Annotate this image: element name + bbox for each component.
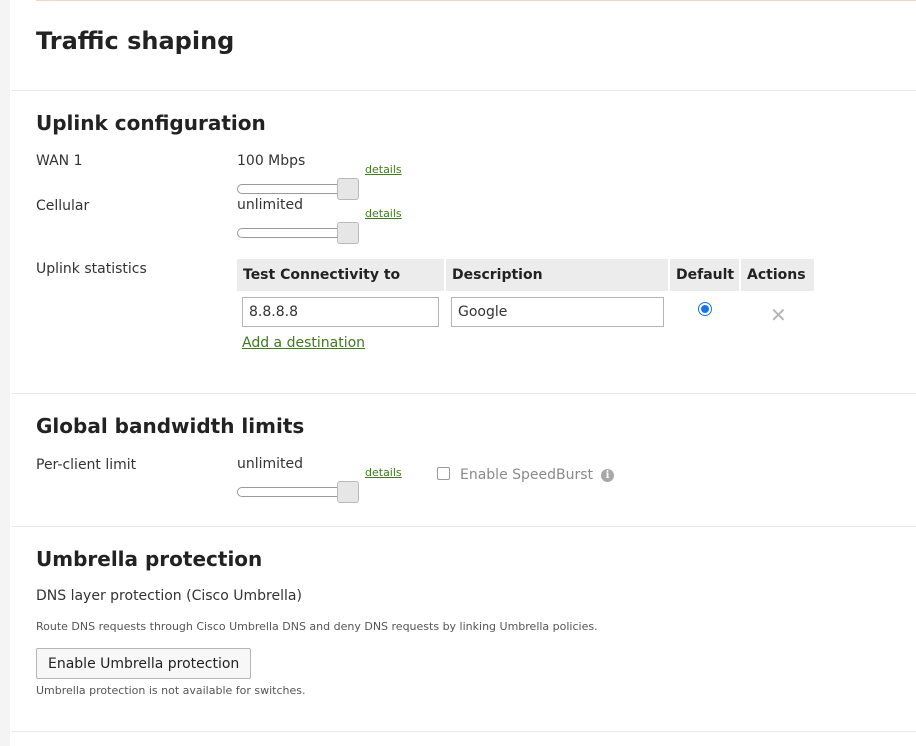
uplink-statistics-label: Uplink statistics — [36, 261, 147, 277]
wan1-details-link[interactable]: details — [365, 163, 402, 176]
slider-track — [237, 487, 349, 497]
umbrella-note: Umbrella protection is not available for… — [36, 684, 306, 697]
divider — [12, 526, 916, 527]
column-header-description: Description — [446, 259, 668, 291]
divider — [12, 393, 916, 394]
info-icon[interactable]: i — [601, 469, 614, 482]
umbrella-subtitle: DNS layer protection (Cisco Umbrella) — [36, 588, 302, 604]
enable-umbrella-button[interactable]: Enable Umbrella protection — [36, 648, 252, 679]
column-header-actions: Actions — [741, 259, 814, 291]
umbrella-section-title: Umbrella protection — [36, 547, 263, 571]
slider-thumb[interactable] — [337, 481, 359, 503]
umbrella-description: Route DNS requests through Cisco Umbrell… — [36, 620, 598, 633]
wan1-label: WAN 1 — [36, 153, 83, 169]
page-title: Traffic shaping — [36, 27, 235, 55]
divider — [12, 731, 916, 732]
per-client-details-link[interactable]: details — [365, 466, 402, 479]
speedburst-label: Enable SpeedBurst — [460, 467, 594, 483]
per-client-slider[interactable] — [237, 481, 359, 503]
global-limits-section-title: Global bandwidth limits — [36, 414, 305, 438]
cellular-slider[interactable] — [237, 222, 359, 244]
wan1-value: 100 Mbps — [237, 153, 306, 169]
per-client-limit-value: unlimited — [237, 456, 304, 472]
close-icon[interactable]: ✕ — [770, 303, 787, 327]
speedburst-checkbox[interactable] — [437, 467, 450, 480]
cellular-label: Cellular — [36, 198, 90, 214]
add-destination-link[interactable]: Add a destination — [242, 335, 365, 351]
default-radio[interactable] — [698, 302, 712, 316]
left-rail — [0, 0, 10, 746]
slider-thumb[interactable] — [337, 222, 359, 244]
slider-thumb[interactable] — [337, 178, 359, 200]
top-accent-line — [36, 0, 916, 1]
divider — [12, 90, 916, 91]
cellular-details-link[interactable]: details — [365, 207, 402, 220]
destination-input[interactable] — [242, 297, 439, 327]
slider-track — [237, 228, 349, 238]
cellular-value: unlimited — [237, 197, 304, 213]
uplink-section-title: Uplink configuration — [36, 111, 266, 135]
column-header-default: Default — [670, 259, 739, 291]
column-header-test-connectivity: Test Connectivity to — [237, 259, 444, 291]
per-client-limit-label: Per-client limit — [36, 457, 137, 473]
slider-track — [237, 184, 349, 194]
description-input[interactable] — [451, 297, 664, 327]
